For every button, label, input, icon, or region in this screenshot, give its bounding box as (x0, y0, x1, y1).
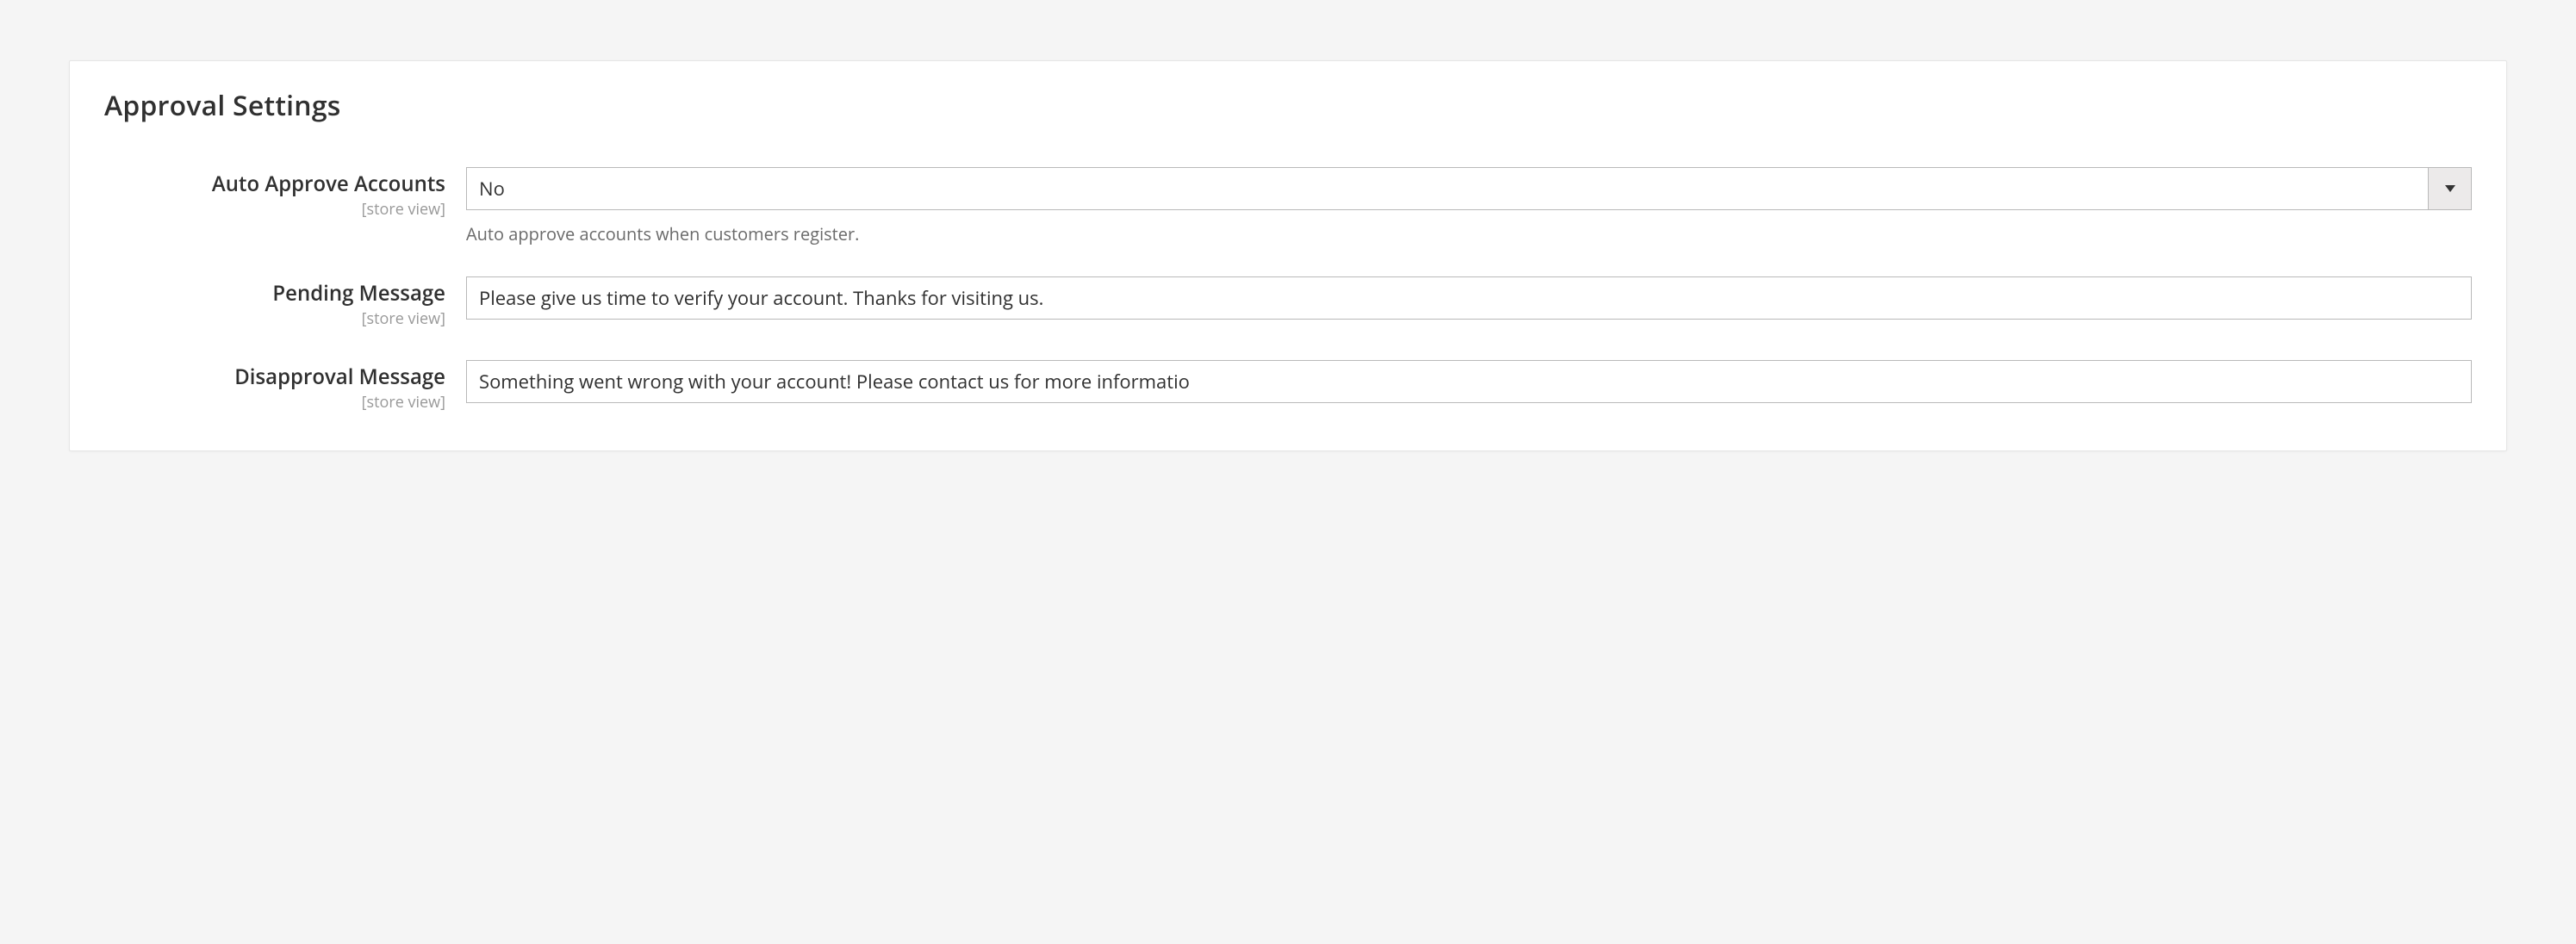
disapproval-message-input[interactable] (466, 360, 2472, 403)
auto-approve-value: No (467, 168, 2428, 209)
auto-approve-label: Auto Approve Accounts (212, 170, 445, 198)
section-title: Approval Settings (104, 87, 2472, 124)
scope-label: [store view] (104, 308, 445, 329)
input-col: No Auto approve accounts when customers … (466, 167, 2472, 245)
auto-approve-select[interactable]: No (466, 167, 2472, 210)
field-row-disapproval-message: Disapproval Message [store view] (104, 360, 2472, 413)
scope-label: [store view] (104, 199, 445, 220)
chevron-down-icon (2428, 168, 2471, 209)
disapproval-message-label: Disapproval Message (234, 363, 445, 391)
field-row-pending-message: Pending Message [store view] (104, 276, 2472, 329)
field-row-auto-approve: Auto Approve Accounts [store view] No Au… (104, 167, 2472, 245)
input-col (466, 276, 2472, 320)
pending-message-input[interactable] (466, 276, 2472, 320)
label-col: Auto Approve Accounts [store view] (104, 167, 466, 220)
label-col: Pending Message [store view] (104, 276, 466, 329)
approval-settings-panel: Approval Settings Auto Approve Accounts … (69, 60, 2507, 451)
input-col (466, 360, 2472, 403)
pending-message-label: Pending Message (272, 279, 445, 307)
auto-approve-help: Auto approve accounts when customers reg… (466, 222, 2472, 245)
label-col: Disapproval Message [store view] (104, 360, 466, 413)
scope-label: [store view] (104, 392, 445, 413)
